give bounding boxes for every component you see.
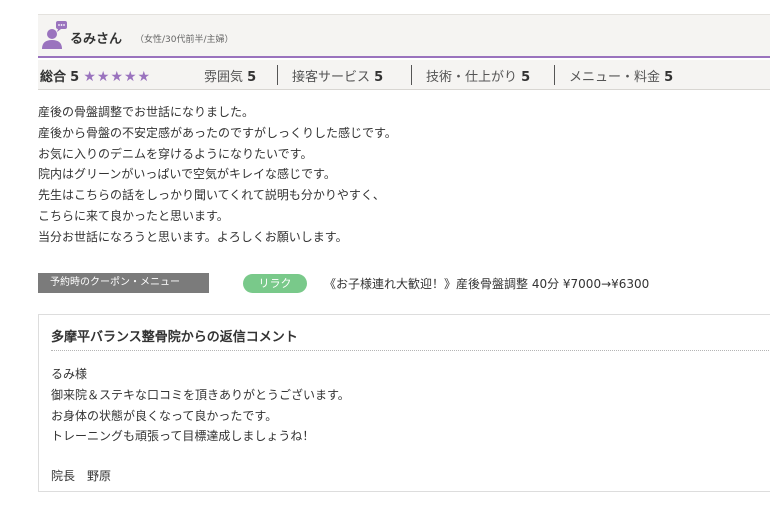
rating-label: 接客サービス: [292, 70, 371, 85]
review-line: 先生はこちらの話をしっかり聞いてくれて説明も分かりやすく、: [38, 188, 385, 203]
review-line: 当分お世話になろうと思います。よろしくお願いします。: [38, 229, 348, 244]
reviewer-name: るみさん: [70, 32, 123, 47]
star-rating-icon: ★★★★★: [83, 69, 152, 85]
reply-line: お身体の状態が良くなって良かったです。: [51, 408, 278, 423]
overall-label: 総合: [40, 70, 67, 85]
rating-technique: 技術・仕上がり 5: [426, 66, 530, 85]
reply-title: 多摩平バランス整骨院からの返信コメント: [51, 330, 298, 345]
rating-divider: [411, 65, 412, 85]
rating-atmosphere: 雰囲気 5: [204, 66, 256, 85]
review-body: 産後の骨盤調整でお世話になりました。 産後から骨盤の不安定感があったのですがしっ…: [38, 102, 397, 248]
rating-label: 雰囲気: [204, 70, 244, 85]
reply-line: トレーニングも頑張って目標達成しましょうね！: [51, 429, 315, 444]
rating-label: 技術・仕上がり: [426, 70, 518, 85]
rating-menu-price: メニュー・料金 5: [569, 66, 673, 85]
overall-rating: 総合 5 ★★★★★: [40, 66, 151, 85]
reply-divider: [51, 350, 770, 351]
reply-body: るみ様 御来院＆ステキな口コミを頂きありがとうございます。 お身体の状態が良くな…: [51, 364, 350, 447]
rating-service: 接客サービス 5: [292, 66, 383, 85]
review-header: るみさん （女性/30代前半/主婦）: [38, 14, 770, 58]
reply-box: 多摩平バランス整骨院からの返信コメント るみ様 御来院＆ステキな口コミを頂きあり…: [38, 314, 770, 492]
rating-divider: [554, 65, 555, 85]
ratings-row: 総合 5 ★★★★★ 雰囲気 5 接客サービス 5 技術・仕上がり 5 メニュー…: [38, 60, 770, 90]
rating-value: 5: [521, 70, 531, 85]
review-line: 産後の骨盤調整でお世話になりました。: [38, 105, 255, 119]
review-line: 産後から骨盤の不安定感があったのですがしっくりした感じです。: [38, 125, 397, 140]
reply-line: るみ様: [51, 367, 88, 381]
review-line: お気に入りのデニムを穿けるようになりたいです。: [38, 146, 313, 161]
reply-line: 御来院＆ステキな口コミを頂きありがとうございます。: [51, 387, 350, 402]
rating-divider: [277, 65, 278, 85]
reviewer-meta: （女性/30代前半/主婦）: [135, 35, 234, 45]
rating-value: 5: [247, 70, 257, 85]
rating-label: メニュー・料金: [569, 70, 661, 85]
overall-value: 5: [70, 70, 80, 85]
coupon-menu-text[interactable]: 《お子様連れ大歓迎！》産後骨盤調整 40分 ¥7000→¥6300: [324, 275, 649, 292]
coupon-category-badge: リラク: [243, 274, 307, 293]
rating-value: 5: [664, 70, 674, 85]
user-avatar-icon: [42, 21, 67, 49]
rating-value: 5: [374, 70, 384, 85]
reply-signature: 院長 野原: [51, 469, 112, 483]
coupon-label: 予約時のクーポン・メニュー: [38, 273, 209, 293]
review-line: 院内はグリーンがいっぱいで空気がキレイな感じです。: [38, 167, 336, 182]
review-line: こちらに来て良かったと思います。: [38, 208, 229, 223]
